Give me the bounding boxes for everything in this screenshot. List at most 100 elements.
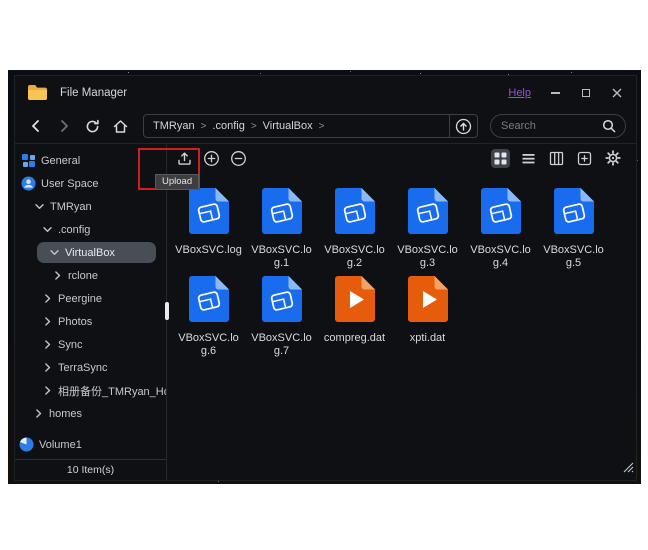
sidebar-item-homes[interactable]: homes [15, 402, 166, 425]
file-item-vboxsvc-log-3[interactable]: VBoxSVC.log.3 [391, 178, 464, 266]
file-item-vboxsvc-log-7[interactable]: VBoxSVC.log.7 [245, 266, 318, 354]
vbox-log-file-icon [262, 276, 302, 322]
sidebar-item-tmryan[interactable]: TMRyan [15, 195, 166, 218]
file-toolbar [167, 144, 636, 172]
file-icon [408, 188, 448, 239]
vbox-log-file-icon [335, 188, 375, 234]
chevron-right-icon[interactable] [52, 270, 63, 281]
sidebar: General User SpaceTMRyan.config VirtualBox… [15, 144, 167, 480]
chevron-right-icon[interactable] [42, 362, 53, 373]
sidebar-item-label: General [41, 155, 80, 167]
chevron-right-icon [42, 385, 53, 396]
search-box [490, 114, 626, 138]
breadcrumb-segment-tmryan[interactable]: TMRyan [153, 120, 195, 132]
list-view-button[interactable] [519, 149, 538, 168]
chevron-right-icon[interactable] [33, 408, 44, 419]
folder-icon [27, 84, 48, 101]
file-item-compreg-dat[interactable]: compreg.dat [318, 266, 391, 354]
maximize-button[interactable] [579, 86, 593, 100]
upload-tooltip: Upload [155, 174, 199, 190]
sidebar-item-config[interactable]: .config [15, 218, 166, 241]
breadcrumb-segment-virtualbox[interactable]: VirtualBox [263, 120, 313, 132]
sidebar-item-rclone[interactable]: rclone [15, 264, 166, 287]
chevron-right-icon [42, 316, 53, 327]
vbox-log-file-icon [189, 188, 229, 234]
settings-button[interactable] [603, 149, 622, 168]
file-icon [262, 188, 302, 239]
vbox-log-file-icon [408, 188, 448, 234]
forward-icon [56, 118, 72, 134]
file-item-vboxsvc-log-2[interactable]: VBoxSVC.log.2 [318, 178, 391, 266]
sidebar-item-sync[interactable]: Sync [15, 333, 166, 356]
breadcrumb-separator: > [201, 121, 207, 132]
sidebar-item-terrasync[interactable]: TerraSync [15, 356, 166, 379]
help-link[interactable]: Help [508, 87, 531, 99]
pie-chart-icon [19, 437, 34, 452]
sidebar-item-label: VirtualBox [65, 247, 115, 259]
home-button[interactable] [109, 115, 131, 137]
new-item-button[interactable] [575, 149, 594, 168]
sidebar-item-volume1[interactable]: Volume1 [15, 433, 166, 456]
close-button[interactable] [610, 86, 624, 100]
forward-button[interactable] [53, 115, 75, 137]
chevron-right-icon [33, 408, 44, 419]
file-item-vboxsvc-log-5[interactable]: VBoxSVC.log.5 [537, 178, 610, 266]
search-input[interactable] [501, 120, 601, 132]
chevron-down-icon[interactable] [34, 201, 45, 212]
breadcrumb-box[interactable]: TMRyan>.config>VirtualBox> [143, 114, 478, 138]
vbox-log-file-icon [262, 188, 302, 234]
plus-box-icon [577, 151, 592, 166]
close-icon [612, 88, 622, 98]
grid-view-icon [493, 151, 508, 166]
sidebar-item-user-space[interactable]: User Space [15, 172, 166, 195]
chevron-right-icon[interactable] [42, 385, 53, 396]
file-item-vboxsvc-log[interactable]: VBoxSVC.log [172, 178, 245, 266]
file-grid: VBoxSVC.logVBoxSVC.log.1VBoxSVC.log.2VBo… [167, 172, 636, 480]
remove-button[interactable] [229, 149, 248, 168]
chevron-right-icon[interactable] [42, 293, 53, 304]
minimize-button[interactable] [548, 86, 562, 100]
minimize-icon [551, 92, 560, 94]
search-icon [601, 118, 617, 134]
grid-squares-icon [21, 153, 36, 168]
file-name: VBoxSVC.log.7 [245, 332, 318, 357]
sidebar-splitter-handle[interactable] [165, 302, 169, 320]
add-button[interactable] [202, 149, 221, 168]
maximize-icon [582, 89, 590, 97]
chevron-down-icon[interactable] [49, 247, 60, 258]
titlebar-controls: Help [508, 86, 624, 100]
grid-view-button[interactable] [491, 149, 510, 168]
chevron-right-icon[interactable] [42, 316, 53, 327]
file-item-vboxsvc-log-4[interactable]: VBoxSVC.log.4 [464, 178, 537, 266]
file-item-vboxsvc-log-1[interactable]: VBoxSVC.log.1 [245, 178, 318, 266]
chevron-down-icon[interactable] [42, 224, 53, 235]
sidebar-item-general[interactable]: General [15, 149, 166, 172]
column-view-button[interactable] [547, 149, 566, 168]
folder-tree: General User SpaceTMRyan.config VirtualBox… [15, 144, 166, 459]
chevron-right-icon[interactable] [42, 339, 53, 350]
sidebar-item-peergine[interactable]: Peergine [15, 287, 166, 310]
arrow-up-circle-icon [455, 118, 472, 135]
upload-icon [176, 150, 193, 167]
view-buttons [491, 149, 622, 168]
back-button[interactable] [25, 115, 47, 137]
upload-button[interactable] [175, 149, 194, 168]
breadcrumb-segment-config[interactable]: .config [212, 120, 244, 132]
sidebar-item-photos[interactable]: Photos [15, 310, 166, 333]
sidebar-item-tmryan-hoi[interactable]: 相册备份_TMRyan_Hoi [15, 379, 166, 402]
sidebar-item-label: Peergine [58, 293, 102, 305]
user-icon [21, 176, 36, 191]
sidebar-item-label: Sync [58, 339, 82, 351]
titlebar: File Manager Help [15, 76, 636, 109]
sidebar-item-label: homes [49, 408, 82, 420]
main-panel: VBoxSVC.logVBoxSVC.log.1VBoxSVC.log.2VBo… [167, 144, 636, 480]
go-up-button[interactable] [449, 115, 477, 137]
sidebar-item-label: Volume1 [39, 439, 82, 451]
file-item-vboxsvc-log-6[interactable]: VBoxSVC.log.6 [172, 266, 245, 354]
refresh-button[interactable] [81, 115, 103, 137]
file-item-xpti-dat[interactable]: xpti.dat [391, 266, 464, 354]
file-name: VBoxSVC.log.4 [464, 244, 537, 269]
resize-handle-icon[interactable] [622, 460, 634, 478]
sidebar-item-virtualbox[interactable]: VirtualBox [15, 241, 166, 264]
breadcrumb-separator: > [251, 121, 257, 132]
